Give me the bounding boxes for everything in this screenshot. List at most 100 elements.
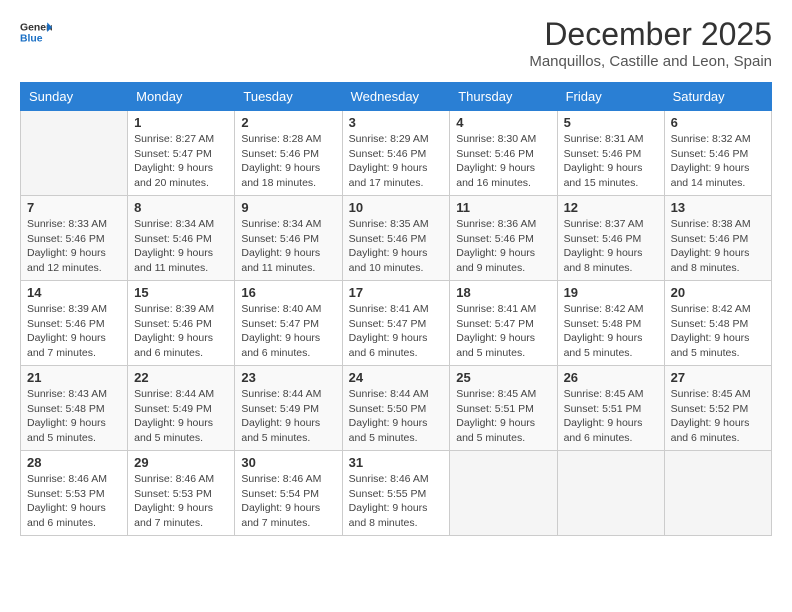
sunset-text: Sunset: 5:46 PM xyxy=(564,147,658,162)
calendar-cell: 24Sunrise: 8:44 AMSunset: 5:50 PMDayligh… xyxy=(342,366,450,451)
day-number: 21 xyxy=(27,370,121,385)
day-number: 1 xyxy=(134,115,228,130)
day-number: 12 xyxy=(564,200,658,215)
daylight-text: Daylight: 9 hours and 15 minutes. xyxy=(564,161,658,190)
sunrise-text: Sunrise: 8:34 AM xyxy=(134,217,228,232)
calendar-cell xyxy=(664,451,771,536)
calendar-week-1: 7Sunrise: 8:33 AMSunset: 5:46 PMDaylight… xyxy=(21,196,772,281)
day-number: 22 xyxy=(134,370,228,385)
sunset-text: Sunset: 5:55 PM xyxy=(349,487,444,502)
calendar-cell: 27Sunrise: 8:45 AMSunset: 5:52 PMDayligh… xyxy=(664,366,771,451)
col-sunday: Sunday xyxy=(21,83,128,111)
daylight-text: Daylight: 9 hours and 11 minutes. xyxy=(241,246,335,275)
day-info: Sunrise: 8:45 AMSunset: 5:51 PMDaylight:… xyxy=(456,387,550,446)
daylight-text: Daylight: 9 hours and 5 minutes. xyxy=(671,331,765,360)
col-monday: Monday xyxy=(128,83,235,111)
daylight-text: Daylight: 9 hours and 8 minutes. xyxy=(349,501,444,530)
calendar-cell: 13 Sunrise: 8:38 AMSunset: 5:46 PMDayligh… xyxy=(664,196,771,281)
day-info: Sunrise: 8:45 AMSunset: 5:52 PMDaylight:… xyxy=(671,387,765,446)
day-info: Sunrise: 8:38 AMSunset: 5:46 PMDaylight:… xyxy=(671,217,765,276)
day-info: Sunrise: 8:44 AMSunset: 5:49 PMDaylight:… xyxy=(134,387,228,446)
daylight-text: Daylight: 9 hours and 8 minutes. xyxy=(564,246,658,275)
calendar-cell: 19Sunrise: 8:42 AMSunset: 5:48 PMDayligh… xyxy=(557,281,664,366)
day-number: 10 xyxy=(349,200,444,215)
svg-text:Blue: Blue xyxy=(20,34,43,45)
sunset-text: Sunset: 5:46 PM xyxy=(671,232,765,247)
sunrise-text: Sunrise: 8:45 AM xyxy=(564,387,658,402)
sunset-text: Sunset: 5:53 PM xyxy=(27,487,121,502)
day-number: 19 xyxy=(564,285,658,300)
day-number: 7 xyxy=(27,200,121,215)
day-number: 9 xyxy=(241,200,335,215)
sunset-text: Sunset: 5:46 PM xyxy=(134,232,228,247)
sunrise-text: Sunrise: 8:38 AM xyxy=(671,217,765,232)
calendar-week-2: 14Sunrise: 8:39 AMSunset: 5:46 PMDayligh… xyxy=(21,281,772,366)
sunrise-text: Sunrise: 8:46 AM xyxy=(241,472,335,487)
calendar-cell xyxy=(557,451,664,536)
sunset-text: Sunset: 5:53 PM xyxy=(134,487,228,502)
sunrise-text: Sunrise: 8:37 AM xyxy=(564,217,658,232)
daylight-text: Daylight: 9 hours and 6 minutes. xyxy=(349,331,444,360)
daylight-text: Daylight: 9 hours and 18 minutes. xyxy=(241,161,335,190)
day-number: 8 xyxy=(134,200,228,215)
sunrise-text: Sunrise: 8:33 AM xyxy=(27,217,121,232)
day-number: 2 xyxy=(241,115,335,130)
title-area: December 2025 Manquillos, Castille and L… xyxy=(529,16,772,70)
location-subtitle: Manquillos, Castille and Leon, Spain xyxy=(529,53,772,70)
col-friday: Friday xyxy=(557,83,664,111)
daylight-text: Daylight: 9 hours and 5 minutes. xyxy=(241,416,335,445)
day-info: Sunrise: 8:30 AMSunset: 5:46 PMDaylight:… xyxy=(456,132,550,191)
logo-icon: General Blue xyxy=(20,16,52,48)
calendar-week-3: 21Sunrise: 8:43 AMSunset: 5:48 PMDayligh… xyxy=(21,366,772,451)
sunrise-text: Sunrise: 8:34 AM xyxy=(241,217,335,232)
month-title: December 2025 xyxy=(529,16,772,53)
sunset-text: Sunset: 5:46 PM xyxy=(241,232,335,247)
sunrise-text: Sunrise: 8:44 AM xyxy=(349,387,444,402)
daylight-text: Daylight: 9 hours and 5 minutes. xyxy=(456,331,550,360)
calendar-cell: 16Sunrise: 8:40 AMSunset: 5:47 PMDayligh… xyxy=(235,281,342,366)
daylight-text: Daylight: 9 hours and 8 minutes. xyxy=(671,246,765,275)
calendar-cell: 8Sunrise: 8:34 AMSunset: 5:46 PMDaylight… xyxy=(128,196,235,281)
col-thursday: Thursday xyxy=(450,83,557,111)
daylight-text: Daylight: 9 hours and 5 minutes. xyxy=(349,416,444,445)
sunrise-text: Sunrise: 8:40 AM xyxy=(241,302,335,317)
daylight-text: Daylight: 9 hours and 10 minutes. xyxy=(349,246,444,275)
calendar-cell: 3Sunrise: 8:29 AMSunset: 5:46 PMDaylight… xyxy=(342,111,450,196)
col-wednesday: Wednesday xyxy=(342,83,450,111)
daylight-text: Daylight: 9 hours and 6 minutes. xyxy=(671,416,765,445)
calendar-cell: 15Sunrise: 8:39 AMSunset: 5:46 PMDayligh… xyxy=(128,281,235,366)
sunrise-text: Sunrise: 8:30 AM xyxy=(456,132,550,147)
calendar-cell xyxy=(21,111,128,196)
daylight-text: Daylight: 9 hours and 5 minutes. xyxy=(134,416,228,445)
day-number: 18 xyxy=(456,285,550,300)
calendar-cell xyxy=(450,451,557,536)
day-number: 31 xyxy=(349,455,444,470)
logo: General Blue xyxy=(20,16,52,48)
header: General Blue December 2025 Manquillos, C… xyxy=(20,16,772,70)
sunrise-text: Sunrise: 8:46 AM xyxy=(349,472,444,487)
sunrise-text: Sunrise: 8:44 AM xyxy=(134,387,228,402)
calendar-cell: 5Sunrise: 8:31 AMSunset: 5:46 PMDaylight… xyxy=(557,111,664,196)
daylight-text: Daylight: 9 hours and 14 minutes. xyxy=(671,161,765,190)
day-info: Sunrise: 8:35 AMSunset: 5:46 PMDaylight:… xyxy=(349,217,444,276)
day-info: Sunrise: 8:33 AMSunset: 5:46 PMDaylight:… xyxy=(27,217,121,276)
day-number: 6 xyxy=(671,115,765,130)
calendar-cell: 23Sunrise: 8:44 AMSunset: 5:49 PMDayligh… xyxy=(235,366,342,451)
sunset-text: Sunset: 5:47 PM xyxy=(349,317,444,332)
calendar-cell: 18Sunrise: 8:41 AMSunset: 5:47 PMDayligh… xyxy=(450,281,557,366)
day-info: Sunrise: 8:28 AMSunset: 5:46 PMDaylight:… xyxy=(241,132,335,191)
calendar-cell: 12Sunrise: 8:37 AMSunset: 5:46 PMDayligh… xyxy=(557,196,664,281)
calendar-cell: 17Sunrise: 8:41 AMSunset: 5:47 PMDayligh… xyxy=(342,281,450,366)
col-tuesday: Tuesday xyxy=(235,83,342,111)
sunrise-text: Sunrise: 8:42 AM xyxy=(564,302,658,317)
sunrise-text: Sunrise: 8:41 AM xyxy=(349,302,444,317)
day-number: 13 xyxy=(671,200,765,215)
day-number: 3 xyxy=(349,115,444,130)
sunset-text: Sunset: 5:46 PM xyxy=(671,147,765,162)
day-info: Sunrise: 8:42 AMSunset: 5:48 PMDaylight:… xyxy=(671,302,765,361)
day-info: Sunrise: 8:34 AMSunset: 5:46 PMDaylight:… xyxy=(241,217,335,276)
day-number: 29 xyxy=(134,455,228,470)
sunrise-text: Sunrise: 8:39 AM xyxy=(134,302,228,317)
daylight-text: Daylight: 9 hours and 6 minutes. xyxy=(27,501,121,530)
day-info: Sunrise: 8:46 AMSunset: 5:54 PMDaylight:… xyxy=(241,472,335,531)
